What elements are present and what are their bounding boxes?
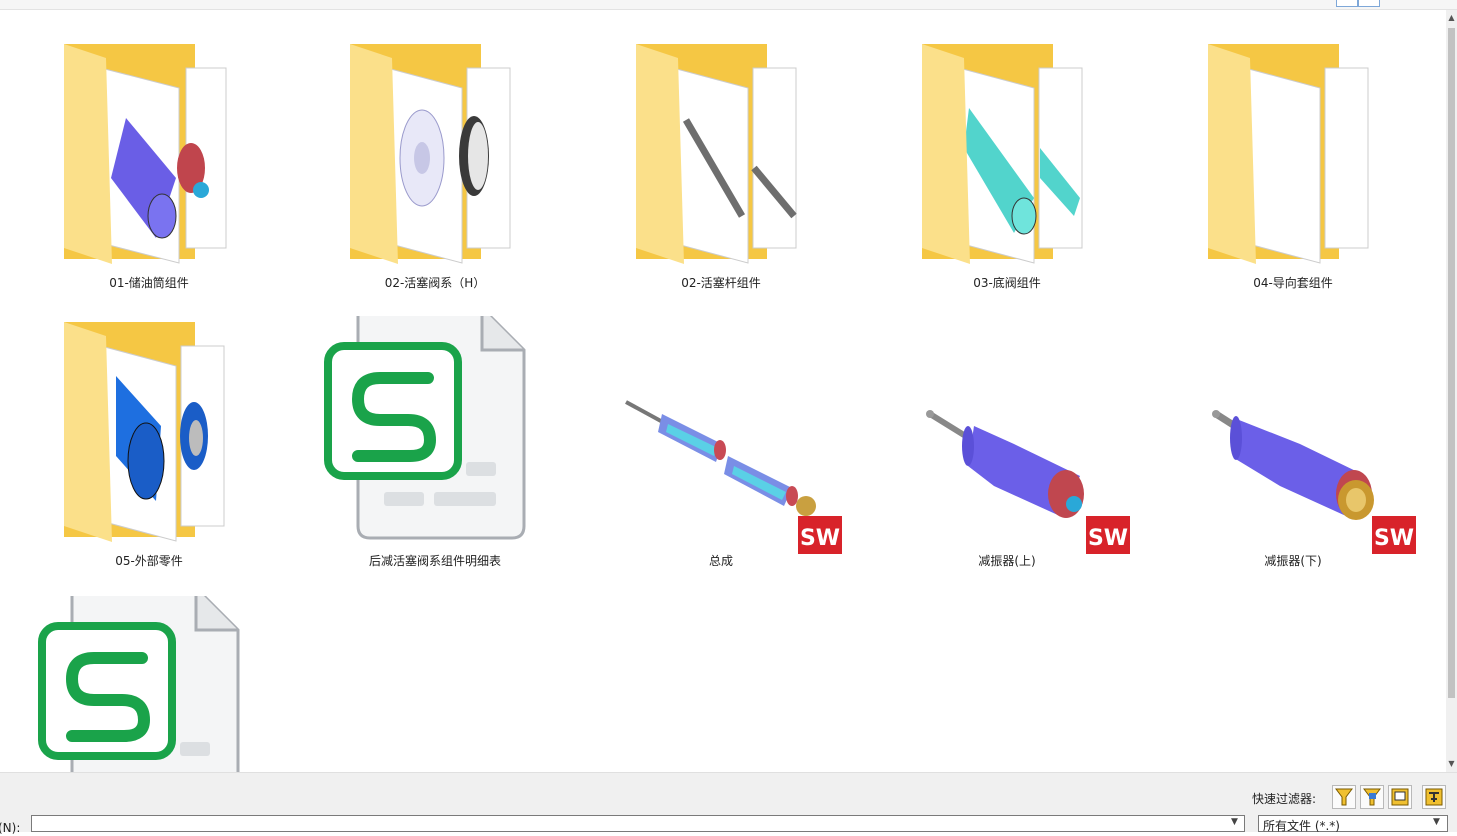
filter-drawings-button[interactable] xyxy=(1388,785,1412,809)
quick-filter-label: 快速过滤器: xyxy=(1252,792,1317,806)
file-item-folder[interactable]: 05-外部零件 xyxy=(6,316,292,586)
view-toggle-button[interactable] xyxy=(1336,0,1358,7)
file-item-spreadsheet[interactable] xyxy=(6,596,292,772)
file-item-spreadsheet[interactable]: 后减活塞阀系组件明细表 xyxy=(292,316,578,586)
view-toggle-button[interactable] xyxy=(1358,0,1380,7)
filter-funnel-assembly-icon xyxy=(1363,788,1381,806)
filter-funnel-toplevel-icon xyxy=(1425,788,1443,806)
folder-icon xyxy=(64,44,227,264)
svg-text:SW: SW xyxy=(800,526,840,551)
filter-parts-button[interactable] xyxy=(1332,785,1356,809)
filetype-select[interactable]: 所有文件 (*.*) xyxy=(1258,815,1448,833)
file-item-folder[interactable]: 03-底阀组件 xyxy=(864,38,1150,308)
solidworks-icon: SW xyxy=(1086,516,1130,554)
item-label: 02-活塞杆组件 xyxy=(681,276,761,290)
item-label: 05-外部零件 xyxy=(115,554,183,568)
item-label: 03-底阀组件 xyxy=(973,276,1041,290)
file-item-solidworks[interactable]: SW 减振器(下) xyxy=(1150,316,1436,586)
item-label: 后减活塞阀系组件明细表 xyxy=(368,554,501,568)
file-item-folder[interactable]: 02-活塞杆组件 xyxy=(578,38,864,308)
filter-assemblies-button[interactable] xyxy=(1360,785,1384,809)
filter-toplevel-button[interactable] xyxy=(1422,785,1446,809)
file-item-folder[interactable]: 01-储油筒组件 xyxy=(6,38,292,308)
item-label: 减振器(下) xyxy=(1264,554,1322,568)
shock-absorber-thumbnail: SW xyxy=(926,410,1130,554)
top-toolbar-strip xyxy=(0,0,1457,10)
item-label: 减振器(上) xyxy=(978,554,1036,568)
svg-text:SW: SW xyxy=(1088,526,1128,551)
shock-absorber-thumbnail: SW xyxy=(1212,410,1416,554)
filename-label: 名(N): xyxy=(0,821,21,835)
chevron-down-icon[interactable]: ▼ xyxy=(1231,817,1238,827)
svg-text:SW: SW xyxy=(1374,526,1414,551)
folder-icon xyxy=(636,44,797,264)
scroll-down-icon[interactable]: ▼ xyxy=(1446,758,1457,770)
file-item-solidworks[interactable]: SW 减振器(上) xyxy=(864,316,1150,586)
filename-input[interactable] xyxy=(31,815,1245,832)
file-item-folder[interactable]: 02-活塞阀系（H） xyxy=(292,38,578,308)
vertical-scrollbar[interactable]: ▲ ▼ xyxy=(1446,10,1457,772)
filter-funnel-drawing-icon xyxy=(1391,788,1409,806)
folder-icon xyxy=(1208,44,1369,264)
item-label: 02-活塞阀系（H） xyxy=(384,276,486,290)
item-label: 04-导向套组件 xyxy=(1253,276,1333,290)
folder-icon xyxy=(922,44,1083,264)
chevron-down-icon[interactable]: ▼ xyxy=(1433,817,1440,827)
item-label: 01-储油筒组件 xyxy=(109,276,189,290)
spreadsheet-s-icon xyxy=(38,596,240,772)
filter-funnel-part-icon xyxy=(1335,788,1353,806)
file-list-pane: 01-储油筒组件 02-活塞阀系（H） 02-活塞杆组件 03-底阀组件 04-… xyxy=(0,10,1446,772)
solidworks-icon: SW xyxy=(1372,516,1416,554)
solidworks-icon: SW xyxy=(798,516,842,554)
assembly-thumbnail: SW xyxy=(625,400,842,554)
file-item-solidworks[interactable]: SW 总成 xyxy=(578,316,864,586)
scroll-up-icon[interactable]: ▲ xyxy=(1446,12,1457,24)
folder-icon xyxy=(350,44,511,264)
scrollbar-thumb[interactable] xyxy=(1448,28,1455,698)
file-item-folder[interactable]: 04-导向套组件 xyxy=(1150,38,1436,308)
spreadsheet-s-icon xyxy=(324,316,526,540)
dialog-footer: 快速过滤器: 名(N): ▼ 所有文件 (*.*) ▼ xyxy=(0,772,1457,835)
folder-icon xyxy=(64,322,225,542)
item-label: 总成 xyxy=(708,554,733,568)
